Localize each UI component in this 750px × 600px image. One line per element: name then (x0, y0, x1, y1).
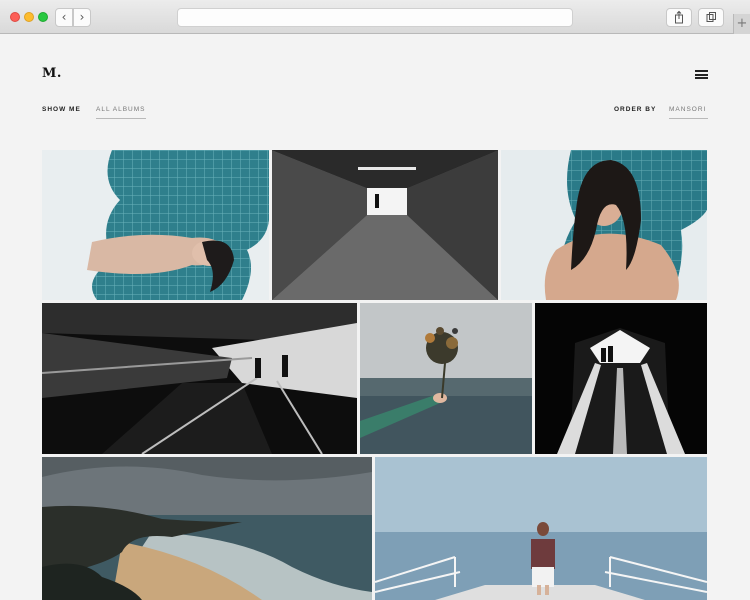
site-logo[interactable]: M. (42, 66, 62, 81)
show-me-label: SHOW ME (42, 106, 81, 113)
photo-tile-tunnel[interactable] (272, 150, 498, 300)
share-button[interactable] (666, 8, 692, 27)
browser-toolbar: ‹ › + (0, 0, 750, 34)
photo-tile-wet-hair[interactable] (501, 150, 707, 300)
photo-tile-flowers[interactable] (360, 303, 532, 454)
tabs-button[interactable] (698, 8, 724, 27)
photo-tile-pier[interactable] (375, 457, 707, 600)
minimize-window-button[interactable] (24, 12, 34, 22)
hamburger-menu-icon[interactable] (695, 70, 708, 79)
order-by-dropdown[interactable]: MANSORI (669, 106, 708, 119)
photo-tile-coastline[interactable] (42, 457, 372, 600)
photo-tile-bright-tunnel[interactable] (535, 303, 707, 454)
address-bar[interactable] (177, 8, 573, 27)
chevron-left-icon[interactable]: ‹ (55, 8, 73, 27)
order-by-label: ORDER BY (614, 106, 657, 113)
photo-tile-pool-woman[interactable] (42, 150, 269, 300)
tabs-icon (706, 12, 716, 22)
photo-tile-escalator[interactable] (42, 303, 357, 454)
album-filter-dropdown[interactable]: ALL ALBUMS (96, 106, 146, 119)
share-icon (675, 10, 683, 24)
zoom-window-button[interactable] (38, 12, 48, 22)
close-window-button[interactable] (10, 12, 20, 22)
chevron-right-icon[interactable]: › (73, 8, 91, 27)
plus-icon[interactable]: + (733, 14, 750, 34)
